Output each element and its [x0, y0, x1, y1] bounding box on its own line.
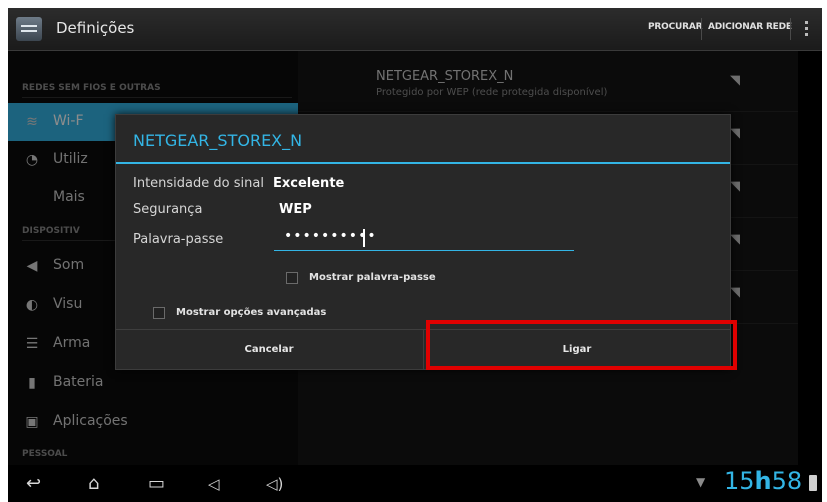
search-button[interactable]: PROCURAR — [648, 22, 703, 32]
signal-strength-value: Excelente — [273, 176, 345, 191]
volume-down-icon[interactable]: ◁ — [208, 475, 220, 493]
password-label: Palavra-passe — [133, 232, 224, 247]
app-title: Definições — [56, 19, 135, 37]
highlight-box — [426, 320, 737, 370]
clock-minutes: 58 — [771, 467, 803, 495]
show-advanced-label[interactable]: Mostrar opções avançadas — [176, 307, 326, 318]
dialog-title-divider — [116, 162, 730, 164]
action-divider — [701, 18, 702, 40]
dialog-title: NETGEAR_STOREX_N — [133, 131, 303, 150]
back-icon[interactable]: ↩ — [26, 473, 41, 494]
password-field[interactable]: •••••••••• — [274, 228, 574, 251]
show-password-label[interactable]: Mostrar palavra-passe — [309, 272, 436, 283]
security-label: Segurança — [133, 202, 203, 217]
text-cursor — [363, 229, 365, 247]
recent-apps-icon[interactable]: ▭ — [148, 473, 165, 494]
security-value: WEP — [279, 202, 312, 217]
add-network-button[interactable]: ADICIONAR REDE — [708, 22, 792, 32]
tablet-screen: Definições PROCURAR ADICIONAR REDE REDES… — [8, 8, 822, 502]
battery-status-icon — [809, 475, 817, 491]
cancel-button[interactable]: Cancelar — [116, 330, 422, 370]
clock[interactable]: 15h58 — [724, 467, 802, 495]
clock-separator: h — [754, 467, 772, 495]
home-icon[interactable]: ⌂ — [88, 473, 99, 494]
show-advanced-checkbox[interactable] — [153, 307, 165, 319]
signal-strength-label: Intensidade do sinal — [133, 176, 264, 191]
settings-app-icon[interactable] — [16, 17, 42, 41]
volume-up-icon[interactable]: ◁) — [266, 475, 283, 493]
wifi-status-icon: ▼ — [696, 475, 706, 489]
clock-hours: 15 — [724, 467, 755, 495]
action-divider — [790, 18, 791, 40]
action-bar: Definições PROCURAR ADICIONAR REDE — [8, 8, 822, 51]
show-password-checkbox[interactable] — [286, 272, 298, 284]
overflow-menu-icon[interactable] — [805, 21, 809, 37]
system-nav-bar: ↩ ⌂ ▭ ◁ ◁) ▼ 15h58 — [8, 465, 822, 502]
